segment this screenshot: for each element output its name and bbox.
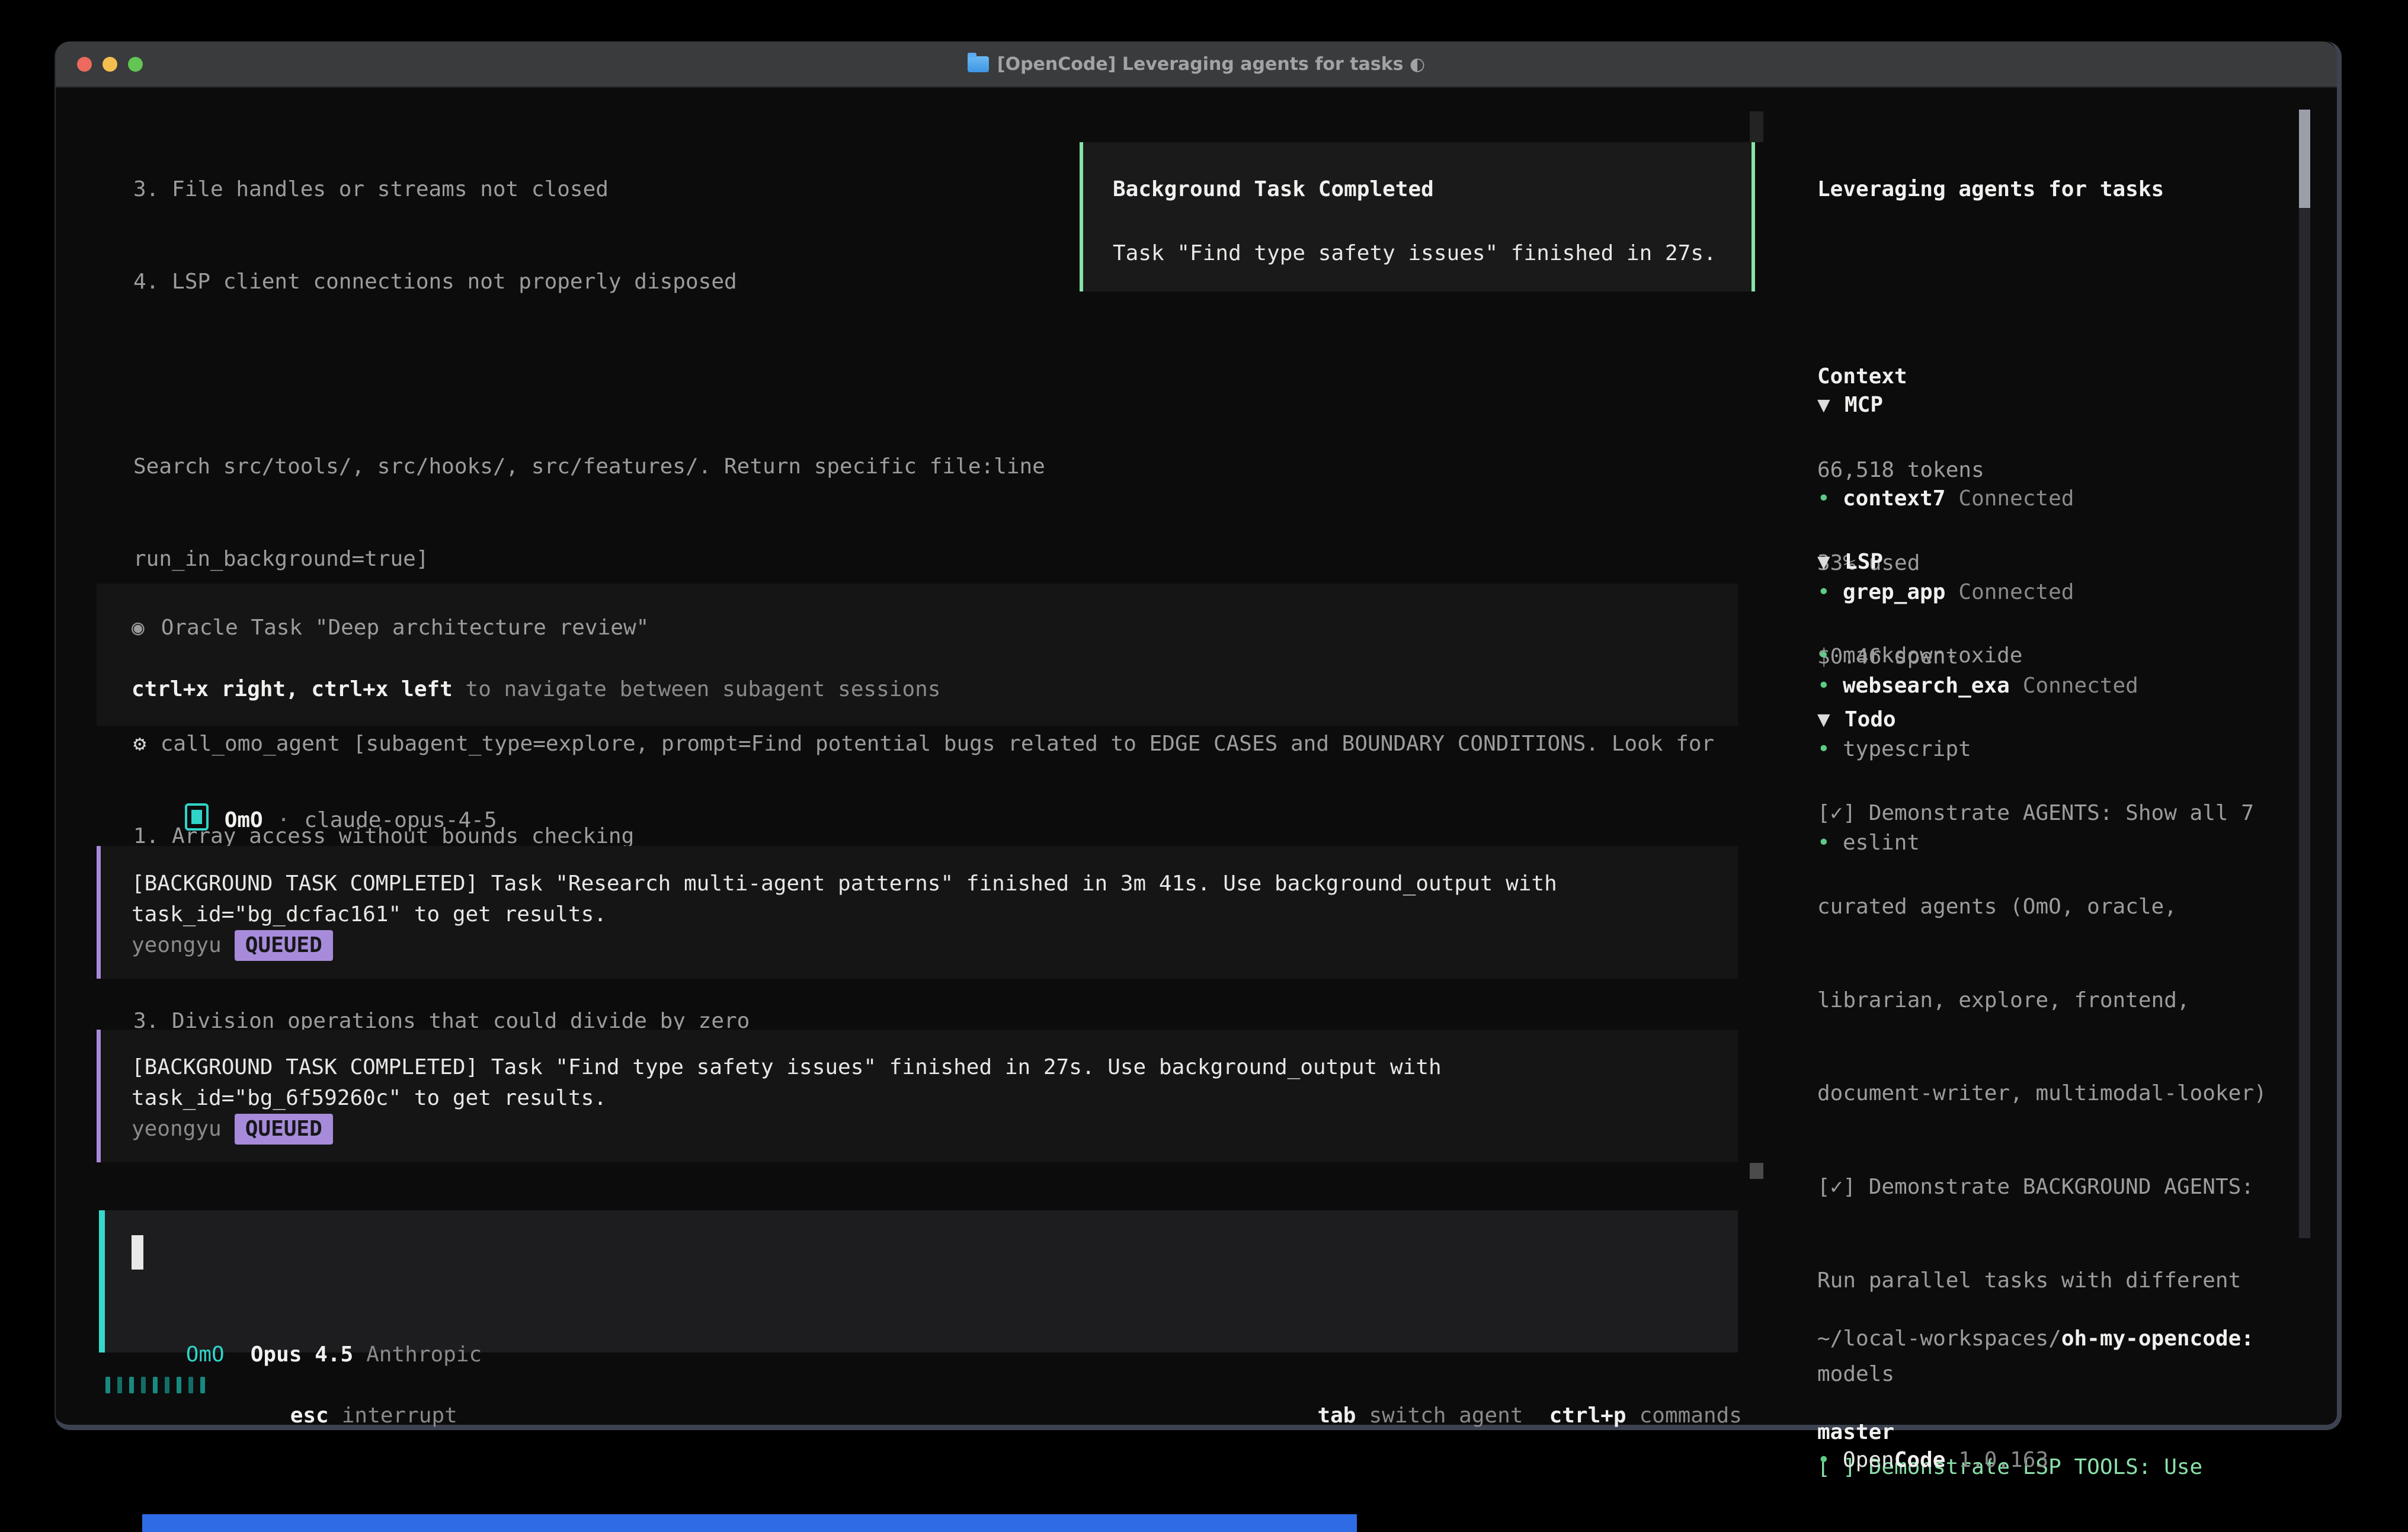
collapse-triangle-icon: ▼ bbox=[1817, 390, 1845, 421]
message-meta: yeongyu QUEUED bbox=[132, 1114, 333, 1145]
message-block: [BACKGROUND TASK COMPLETED] Task "Find t… bbox=[97, 1030, 1738, 1162]
window-title: [OpenCode] Leveraging agents for tasks ◐ bbox=[997, 54, 1425, 75]
oracle-icon: ◉ bbox=[132, 616, 145, 640]
oracle-hint-text: to navigate between subagent sessions bbox=[453, 677, 941, 701]
chat-scrollback: 3. File handles or streams not closed 4.… bbox=[133, 113, 1714, 1376]
folder-icon bbox=[968, 56, 989, 72]
tab-key-label: switch agent bbox=[1369, 1403, 1523, 1428]
window-titlebar: [OpenCode] Leveraging agents for tasks ◐ bbox=[56, 41, 2337, 88]
collapse-triangle-icon: ▼ bbox=[1817, 547, 1845, 578]
notification-body: Task "Find type safety issues" finished … bbox=[1113, 238, 1717, 269]
status-badge: QUEUED bbox=[235, 1114, 333, 1145]
background-window-edge bbox=[142, 1514, 1357, 1532]
input-model-name: Opus 4.5 bbox=[251, 1342, 353, 1367]
todo-line: document-writer, multimodal-looker) bbox=[1817, 1078, 2300, 1110]
agent-name: OmO bbox=[225, 808, 263, 832]
workspace-path: ~/local-workspaces/oh-my-opencode: bbox=[1817, 1323, 2300, 1355]
chat-line-blank bbox=[133, 359, 1714, 390]
ctrlp-key-hint: ctrl+p bbox=[1549, 1403, 1626, 1428]
chat-scrollbar-track[interactable] bbox=[1750, 111, 1763, 142]
todo-line: [✓] Demonstrate BACKGROUND AGENTS: bbox=[1817, 1172, 2300, 1203]
text-cursor bbox=[132, 1235, 143, 1270]
agent-icon bbox=[185, 803, 209, 831]
chat-line: Search src/tools/, src/hooks/, src/featu… bbox=[133, 451, 1714, 482]
message-author: yeongyu bbox=[132, 1117, 222, 1141]
app-name: Open bbox=[1843, 1448, 1894, 1472]
gear-icon: ⚙ bbox=[133, 732, 146, 756]
oracle-hint-keys: ctrl+x right, ctrl+x left bbox=[132, 677, 453, 701]
oracle-task-panel: ◉Oracle Task "Deep architecture review" … bbox=[97, 584, 1738, 726]
status-badge: QUEUED bbox=[235, 930, 333, 961]
tab-key-hint: tab bbox=[1317, 1403, 1356, 1428]
sidebar-scrollbar-track[interactable] bbox=[2299, 110, 2310, 1238]
message-line: [BACKGROUND TASK COMPLETED] Task "Resear… bbox=[132, 868, 1557, 899]
tool-call-text: call_omo_agent [subagent_type=explore, p… bbox=[161, 732, 1715, 756]
message-line: task_id="bg_dcfac161" to get results. bbox=[132, 899, 607, 930]
mcp-heading[interactable]: ▼MCP bbox=[1817, 390, 2300, 421]
esc-key-hint: esc bbox=[290, 1403, 329, 1428]
esc-key-label: interrupt bbox=[342, 1403, 457, 1428]
bullet-icon: • bbox=[1817, 1445, 1843, 1476]
sidebar-footer: •OpenCode1.0.163 bbox=[1817, 1383, 2300, 1532]
chat-line: run_in_background=true] bbox=[133, 544, 1714, 575]
agent-separator: · bbox=[277, 808, 290, 832]
session-title: Leveraging agents for tasks bbox=[1817, 174, 2300, 206]
lsp-heading[interactable]: ▼LSP bbox=[1817, 547, 2300, 578]
message-meta: yeongyu QUEUED bbox=[132, 930, 333, 961]
tool-call-line: ⚙ call_omo_agent [subagent_type=explore, … bbox=[133, 729, 1714, 759]
todo-line: curated agents (OmO, oracle, bbox=[1817, 892, 2300, 923]
message-line: [BACKGROUND TASK COMPLETED] Task "Find t… bbox=[132, 1052, 1442, 1083]
todo-line: librarian, explore, frontend, bbox=[1817, 985, 2300, 1017]
ctrlp-key-label: commands bbox=[1640, 1403, 1742, 1428]
close-window-button[interactable] bbox=[77, 57, 92, 72]
chat-scrollbar-thumb[interactable] bbox=[1750, 1163, 1763, 1179]
busy-spinner bbox=[105, 1377, 205, 1393]
app-version-row: •OpenCode1.0.163 bbox=[1817, 1445, 2300, 1476]
message-line: task_id="bg_6f59260c" to get results. bbox=[132, 1083, 607, 1114]
notification-title: Background Task Completed bbox=[1113, 174, 1434, 205]
zoom-window-button[interactable] bbox=[128, 57, 143, 72]
sidebar-scrollbar-thumb[interactable] bbox=[2299, 110, 2310, 208]
minimize-window-button[interactable] bbox=[103, 57, 117, 72]
todo-heading[interactable]: ▼Todo bbox=[1817, 704, 2300, 736]
app-version: 1.0.163 bbox=[1958, 1448, 2048, 1472]
message-block: [BACKGROUND TASK COMPLETED] Task "Resear… bbox=[97, 846, 1738, 979]
oracle-task-label: Oracle Task "Deep architecture review" bbox=[161, 616, 649, 640]
statusbar-left: esc interrupt bbox=[239, 1370, 457, 1462]
titlebar-title-group: [OpenCode] Leveraging agents for tasks ◐ bbox=[56, 54, 2337, 75]
collapse-triangle-icon: ▼ bbox=[1817, 704, 1845, 736]
todo-line: [✓] Demonstrate AGENTS: Show all 7 bbox=[1817, 798, 2300, 829]
input-agent-name: OmO bbox=[186, 1342, 225, 1367]
oracle-hint-line: ctrl+x right, ctrl+x left to navigate be… bbox=[132, 674, 940, 705]
message-author: yeongyu bbox=[132, 933, 222, 957]
agent-model: claude-opus-4-5 bbox=[304, 808, 497, 832]
background-task-notification: Background Task Completed Task "Find typ… bbox=[1080, 142, 1755, 291]
statusbar-right: tab switch agent ctrl+p commands bbox=[1266, 1370, 1742, 1462]
desktop: [OpenCode] Leveraging agents for tasks ◐… bbox=[0, 0, 2408, 1532]
input-provider-name: Anthropic bbox=[366, 1342, 482, 1367]
oracle-task-line: ◉ Oracle Task "Deep architecture review" bbox=[132, 613, 649, 643]
